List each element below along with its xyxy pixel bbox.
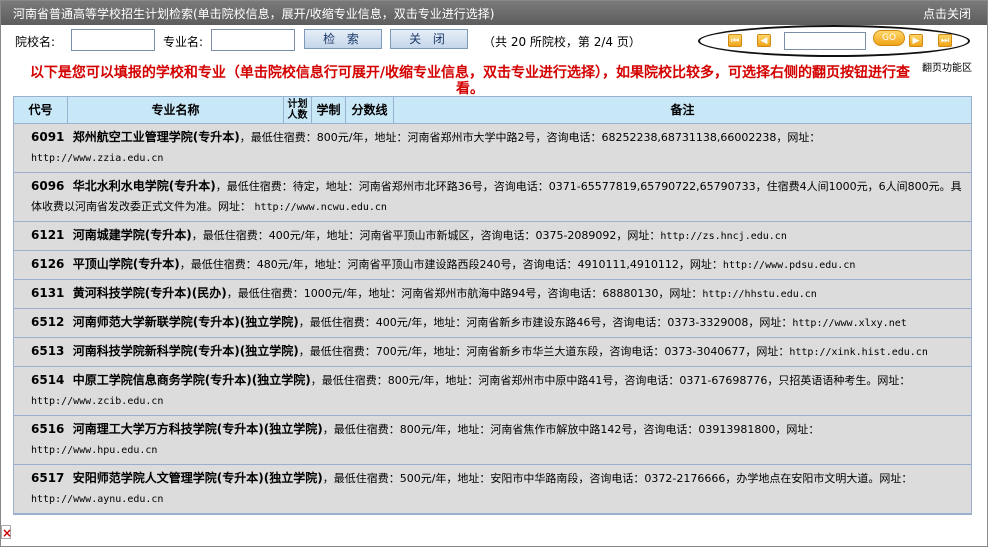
table-header: 代号 专业名称 计划人数 学制 分数线 备注 (14, 97, 971, 124)
dialog-title: 河南省普通高等学校招生计划检索(单击院校信息，展开/收缩专业信息，双击专业进行选… (13, 7, 495, 21)
school-code: 6091 (31, 130, 65, 144)
table-row[interactable]: 6513 河南科技学院新科学院(专升本)(独立学院)，最低住宿费：700元/年，… (14, 338, 971, 367)
header-plan-count: 计划人数 (284, 97, 312, 123)
header-major-name: 专业名称 (68, 97, 284, 123)
instruction-notice: 以下是您可以填报的学校和专业（单击院校信息行可展开/收缩专业信息，双击专业进行选… (29, 65, 911, 97)
school-name: 河南科技学院新科学院(专升本)(独立学院) (72, 344, 299, 358)
search-button[interactable]: 检 索 (304, 29, 382, 49)
school-info: ，最低住宿费：800元/年，地址：河南省郑州市大学中路2号，咨询电话：68252… (239, 131, 821, 144)
school-url: http://hhstu.edu.cn (702, 289, 817, 300)
pager-caption: 翻页功能区 (922, 63, 972, 74)
school-code: 6512 (31, 315, 65, 329)
table-row[interactable]: 6516 河南理工大学万方科技学院(专升本)(独立学院)，最低住宿费：800元/… (14, 416, 971, 465)
search-dialog: 河南省普通高等学校招生计划检索(单击院校信息，展开/收缩专业信息，双击专业进行选… (0, 0, 988, 547)
school-url: http://www.xlxy.net (792, 318, 907, 329)
school-name: 河南城建学院(专升本) (72, 228, 192, 242)
table-row[interactable]: 6131 黄河科技学院(专升本)(民办)，最低住宿费：1000元/年，地址：河南… (14, 280, 971, 309)
school-name: 平顶山学院(专升本) (72, 257, 180, 271)
table-row[interactable]: 6126 平顶山学院(专升本)，最低住宿费：480元/年，地址：河南省平顶山市建… (14, 251, 971, 280)
close-link[interactable]: 点击关闭 (923, 5, 971, 22)
school-code: 6513 (31, 344, 65, 358)
school-name: 河南师范大学新联学院(专升本)(独立学院) (72, 315, 299, 329)
school-code: 6516 (31, 422, 65, 436)
header-remarks: 备注 (670, 102, 695, 117)
school-info: ，最低住宿费：700元/年，地址：河南省新乡市华兰大道东段，咨询电话：0373-… (298, 345, 790, 358)
school-name: 安阳师范学院人文管理学院(专升本)(独立学院) (72, 471, 323, 485)
school-info: ，最低住宿费：500元/年，地址：安阳市中华路南段，咨询电话：0372-2176… (322, 472, 913, 485)
school-info: ，最低住宿费：800元/年，地址：河南省焦作市解放中路142号，咨询电话：039… (322, 423, 820, 436)
table-row[interactable]: 6517 安阳师范学院人文管理学院(专升本)(独立学院)，最低住宿费：500元/… (14, 465, 971, 514)
school-info: ，最低住宿费：400元/年，地址：河南省平顶山市新城区，咨询电话：0375-20… (191, 229, 661, 242)
bottom-bar (13, 525, 972, 539)
go-button[interactable]: GO (873, 30, 905, 46)
page-info: （共 20 所院校，第 2/4 页） (483, 35, 641, 49)
school-name-input[interactable] (71, 29, 155, 51)
school-name: 河南理工大学万方科技学院(专升本)(独立学院) (72, 422, 323, 436)
first-page-button[interactable]: ⏮ (728, 34, 742, 47)
school-info: ，最低住宿费：400元/年，地址：河南省新乡市建设东路46号，咨询电话：0373… (298, 316, 793, 329)
next-page-button[interactable]: ▶ (909, 34, 923, 47)
close-button[interactable]: 关 闭 (390, 29, 468, 49)
school-code: 6126 (31, 257, 65, 271)
header-score-line: 分数线 (346, 97, 394, 123)
table-row[interactable]: 6514 中原工学院信息商务学院(专升本)(独立学院)，最低住宿费：800元/年… (14, 367, 971, 416)
school-url: http://www.ncwu.edu.cn (254, 202, 387, 213)
school-code: 6131 (31, 286, 65, 300)
table-row[interactable]: 6091 郑州航空工业管理学院(专升本)，最低住宿费：800元/年，地址：河南省… (14, 124, 971, 173)
major-name-label: 专业名: (163, 35, 204, 49)
school-url: http://xink.hist.edu.cn (789, 347, 928, 358)
school-name: 华北水利水电学院(专升本) (72, 179, 216, 193)
table-row[interactable]: 6512 河南师范大学新联学院(专升本)(独立学院)，最低住宿费：400元/年，… (14, 309, 971, 338)
school-name: 中原工学院信息商务学院(专升本)(独立学院) (72, 373, 311, 387)
school-url: http://www.hpu.edu.cn (31, 445, 158, 456)
school-code: 6096 (31, 179, 65, 193)
school-name: 郑州航空工业管理学院(专升本) (72, 130, 240, 144)
school-name: 黄河科技学院(专升本)(民办) (72, 286, 227, 300)
school-url: http://www.zzia.edu.cn (31, 153, 164, 164)
school-code: 6517 (31, 471, 65, 485)
page-number-input[interactable] (784, 32, 866, 50)
table-row[interactable]: 6096 华北水利水电学院(专升本)，最低住宿费：待定，地址：河南省郑州市北环路… (14, 173, 971, 222)
school-info: ，最低住宿费：480元/年，地址：河南省平顶山市建设路西段240号，咨询电话：4… (179, 258, 723, 271)
dialog-titlebar: 河南省普通高等学校招生计划检索(单击院校信息，展开/收缩专业信息，双击专业进行选… (1, 1, 987, 25)
school-code: 6121 (31, 228, 65, 242)
school-info: ，最低住宿费：800元/年，地址：河南省郑州市中原中路41号，咨询电话：0371… (310, 374, 911, 387)
prev-page-button[interactable]: ◀ (757, 34, 771, 47)
major-name-input[interactable] (211, 29, 295, 51)
header-code: 代号 (14, 97, 68, 123)
school-url: http://zs.hncj.edu.cn (660, 231, 787, 242)
school-code: 6514 (31, 373, 65, 387)
school-url: http://www.pdsu.edu.cn (722, 260, 856, 271)
table-row[interactable]: 6121 河南城建学院(专升本)，最低住宿费：400元/年，地址：河南省平顶山市… (14, 222, 971, 251)
last-page-button[interactable]: ⏭ (938, 34, 952, 47)
close-x-icon[interactable]: × (1, 525, 12, 540)
school-info: ，最低住宿费：1000元/年，地址：河南省郑州市航海中路94号，咨询电话：688… (226, 287, 703, 300)
school-name-label: 院校名: (15, 35, 56, 49)
school-url: http://www.aynu.edu.cn (31, 494, 164, 505)
header-duration: 学制 (312, 97, 346, 123)
school-url: http://www.zcib.edu.cn (31, 396, 164, 407)
results-table: 代号 专业名称 计划人数 学制 分数线 备注 6091 郑州航空工业管理学院(专… (13, 96, 972, 515)
